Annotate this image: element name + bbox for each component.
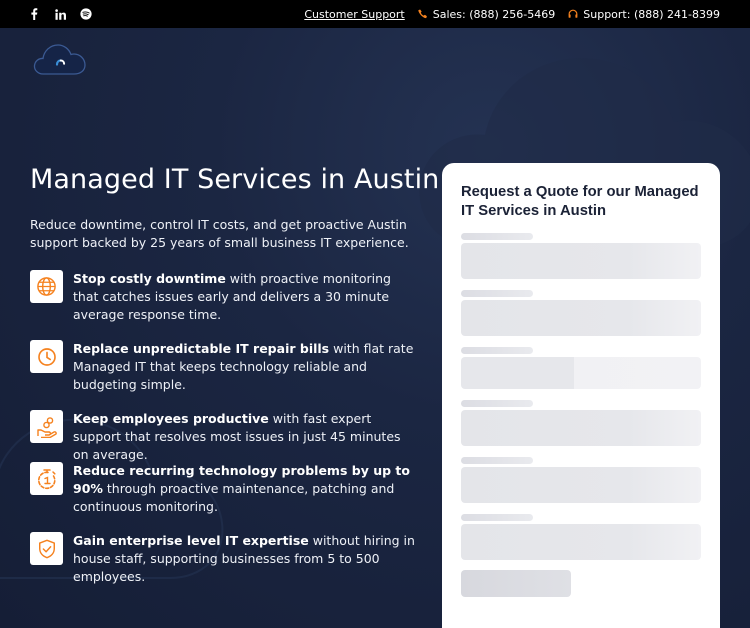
sales-phone-link[interactable]: Sales: (888) 256-5469 bbox=[418, 7, 556, 21]
customer-support-link[interactable]: Customer Support bbox=[304, 8, 404, 21]
benefit-text: through proactive maintenance, patching … bbox=[73, 481, 395, 514]
spotify-icon[interactable] bbox=[80, 7, 105, 21]
headset-icon bbox=[568, 9, 578, 18]
submit-button-placeholder[interactable] bbox=[461, 570, 571, 597]
social-links bbox=[30, 7, 105, 21]
benefit-bold-text: Keep employees productive bbox=[73, 411, 269, 426]
form-field-placeholder[interactable] bbox=[461, 410, 701, 446]
form-label-placeholder bbox=[461, 457, 533, 464]
globe-icon bbox=[30, 270, 63, 303]
benefit-bold-text: Gain enterprise level IT expertise bbox=[73, 533, 309, 548]
quote-form-title: Request a Quote for our Managed IT Servi… bbox=[461, 184, 699, 219]
support-phone-link[interactable]: Support: (888) 241-8399 bbox=[568, 8, 720, 21]
timer-icon bbox=[30, 462, 63, 495]
form-label-placeholder bbox=[461, 290, 533, 297]
form-label-placeholder bbox=[461, 514, 533, 521]
form-label-placeholder bbox=[461, 347, 533, 354]
form-label-placeholder bbox=[461, 400, 533, 407]
support-phone-text: Support: (888) 241-8399 bbox=[583, 7, 720, 21]
top-bar: Customer Support Sales: (888) 256-5469 S… bbox=[0, 0, 750, 28]
linkedin-icon[interactable] bbox=[55, 7, 80, 21]
benefit-bold-text: Stop costly downtime bbox=[73, 271, 226, 286]
form-field-placeholder[interactable] bbox=[461, 467, 701, 503]
facebook-icon[interactable] bbox=[30, 7, 55, 21]
form-field-placeholder[interactable] bbox=[461, 357, 701, 389]
form-field-placeholder[interactable] bbox=[461, 243, 701, 279]
shield-check-icon bbox=[30, 532, 63, 565]
hero-intro: Reduce downtime, control IT costs, and g… bbox=[30, 217, 409, 250]
form-field-placeholder[interactable] bbox=[461, 300, 701, 336]
company-logo[interactable] bbox=[33, 40, 89, 80]
clock-icon bbox=[30, 340, 63, 373]
form-label-placeholder bbox=[461, 233, 533, 240]
hand-coins-icon bbox=[30, 410, 63, 443]
page-title: Managed IT Services in Austin bbox=[30, 164, 440, 195]
sales-phone-text: Sales: (888) 256-5469 bbox=[432, 7, 556, 21]
benefit-bold-text: Replace unpredictable IT repair bills bbox=[73, 341, 330, 356]
phone-icon bbox=[418, 9, 427, 19]
quote-form-card: Request a Quote for our Managed IT Servi… bbox=[442, 163, 720, 628]
form-field-placeholder[interactable] bbox=[461, 524, 701, 560]
